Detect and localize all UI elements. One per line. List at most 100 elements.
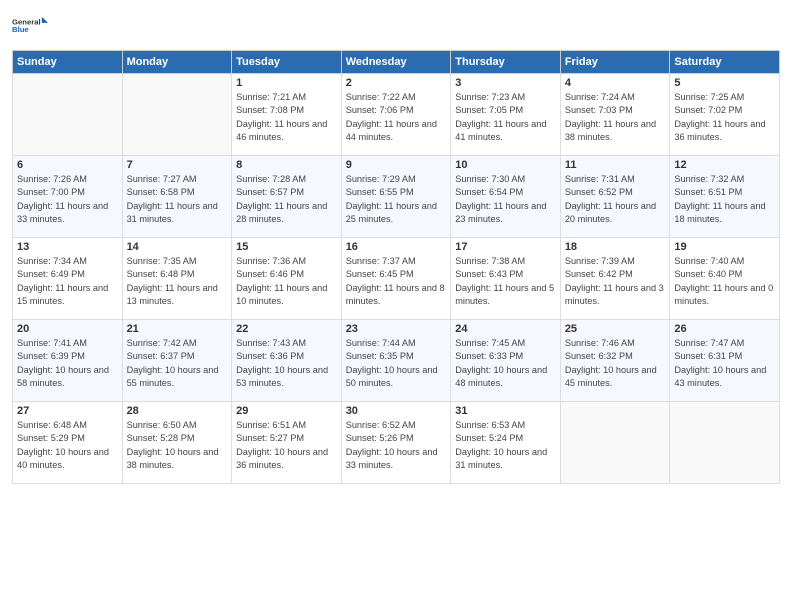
day-info: Sunrise: 7:39 AMSunset: 6:42 PMDaylight:… <box>565 255 666 308</box>
day-info-line: Daylight: 10 hours and 36 minutes. <box>236 447 328 470</box>
calendar-cell: 23 Sunrise: 7:44 AM Sunset: 6:35 PM Dayligh… <box>341 320 451 402</box>
day-number: 31 <box>455 405 556 417</box>
day-number: 8 <box>236 159 337 171</box>
logo-svg: General Blue <box>12 10 48 42</box>
day-info: Sunrise: 6:50 AMSunset: 5:28 PMDaylight:… <box>127 419 228 472</box>
calendar-cell: 3Sunrise: 7:23 AMSunset: 7:05 PMDaylight… <box>451 74 561 156</box>
day-info-line: Sunset: 5:29 PM <box>17 433 85 443</box>
day-number: 23 <box>346 323 447 335</box>
calendar-cell: 2Sunrise: 7:22 AMSunset: 7:06 PMDaylight… <box>341 74 451 156</box>
day-info-line: Sunrise: 7:32 AM <box>674 174 744 184</box>
day-info-line: Sunset: 6:39 PM <box>17 351 85 361</box>
calendar-cell: 26Sunrise: 7:47 AMSunset: 6:31 PMDayligh… <box>670 320 780 402</box>
day-info-line: Sunrise: 7:36 AM <box>236 256 306 266</box>
day-number: 7 <box>127 159 228 171</box>
day-info-line: Daylight: 10 hours and 45 minutes. <box>565 365 657 388</box>
day-info: Sunrise: 7:27 AMSunset: 6:58 PMDaylight:… <box>127 173 228 226</box>
day-info-line: Sunset: 6:48 PM <box>127 269 195 279</box>
calendar-table: SundayMondayTuesdayWednesdayThursdayFrid… <box>12 50 780 484</box>
day-info-line: Sunset: 7:05 PM <box>455 105 523 115</box>
day-info-line: Sunset: 6:42 PM <box>565 269 633 279</box>
day-info: Sunrise: 7:21 AMSunset: 7:08 PMDaylight:… <box>236 91 337 144</box>
day-info-line: Sunset: 7:00 PM <box>17 187 85 197</box>
day-info-line: Sunrise: 7:45 AM <box>455 338 525 348</box>
day-info: Sunrise: 6:52 AMSunset: 5:26 PMDaylight:… <box>346 419 447 472</box>
day-number: 24 <box>455 323 556 335</box>
day-info-line: Daylight: 11 hours and 20 minutes. <box>565 201 656 224</box>
day-info: Sunrise: 7:25 AM Sunset: 7:02 PM Daylight:… <box>674 91 775 144</box>
day-info-line: Sunset: 6:52 PM <box>565 187 633 197</box>
day-number: 25 <box>565 323 666 335</box>
day-info-line: Sunset: 6:49 PM <box>17 269 85 279</box>
day-info-line: Sunrise: 7:40 AM <box>674 256 744 266</box>
day-info-line: Daylight: 10 hours and 40 minutes. <box>17 447 109 470</box>
day-info-line: Daylight: 11 hours and 33 minutes. <box>17 201 108 224</box>
day-info-line: Daylight: 10 hours and 38 minutes. <box>127 447 219 470</box>
day-info: Sunrise: 6:51 AMSunset: 5:27 PMDaylight:… <box>236 419 337 472</box>
day-info-line: Sunset: 6:57 PM <box>236 187 304 197</box>
day-info-line: Sunset: 6:33 PM <box>455 351 523 361</box>
day-info-line: Sunrise: 7:35 AM <box>127 256 197 266</box>
calendar-cell: 25Sunrise: 7:46 AMSunset: 6:32 PMDayligh… <box>560 320 670 402</box>
day-info-line: Daylight: 10 hours and 50 minutes. <box>346 365 438 388</box>
day-info-line: Daylight: 10 hours and 48 minutes. <box>455 365 547 388</box>
day-info-line: Sunset: 7:02 PM <box>674 105 742 115</box>
day-info-line: Sunset: 6:58 PM <box>127 187 195 197</box>
calendar-cell: 29Sunrise: 6:51 AMSunset: 5:27 PMDayligh… <box>232 402 342 484</box>
day-info-line: Sunrise: 7:25 AM <box>674 92 744 102</box>
day-info-line: Sunrise: 6:50 AM <box>127 420 197 430</box>
day-info-line: Sunrise: 7:44 AM <box>346 338 416 348</box>
day-number: 15 <box>236 241 337 253</box>
calendar-cell: 13Sunrise: 7:34 AMSunset: 6:49 PMDayligh… <box>13 238 123 320</box>
day-info-line: Sunrise: 7:37 AM <box>346 256 416 266</box>
day-info-line: Daylight: 11 hours and 36 minutes. <box>674 119 765 142</box>
calendar-cell <box>670 402 780 484</box>
weekday-header-tuesday: Tuesday <box>232 51 342 74</box>
day-info-line: Sunrise: 7:38 AM <box>455 256 525 266</box>
day-info-line: Sunset: 6:45 PM <box>346 269 414 279</box>
day-info-line: Daylight: 11 hours and 44 minutes. <box>346 119 437 142</box>
day-number: 16 <box>346 241 447 253</box>
day-info: Sunrise: 7:36 AMSunset: 6:46 PMDaylight:… <box>236 255 337 308</box>
day-number: 1 <box>236 77 337 89</box>
day-info-line: Daylight: 10 hours and 31 minutes. <box>455 447 547 470</box>
day-number: 12 <box>674 159 775 171</box>
day-info-line: Daylight: 10 hours and 43 minutes. <box>674 365 766 388</box>
day-info-line: Sunset: 5:26 PM <box>346 433 414 443</box>
calendar-cell: 18Sunrise: 7:39 AMSunset: 6:42 PMDayligh… <box>560 238 670 320</box>
day-number: 9 <box>346 159 447 171</box>
day-info-line: Sunrise: 6:53 AM <box>455 420 525 430</box>
day-info: Sunrise: 7:28 AMSunset: 6:57 PMDaylight:… <box>236 173 337 226</box>
day-info-line: Sunrise: 6:51 AM <box>236 420 306 430</box>
calendar-cell: 4Sunrise: 7:24 AMSunset: 7:03 PMDaylight… <box>560 74 670 156</box>
day-info-line: Sunset: 6:43 PM <box>455 269 523 279</box>
weekday-header-sunday: Sunday <box>13 51 123 74</box>
day-info: Sunrise: 7:26 AMSunset: 7:00 PMDaylight:… <box>17 173 118 226</box>
day-number: 30 <box>346 405 447 417</box>
calendar-cell: 17Sunrise: 7:38 AMSunset: 6:43 PMDayligh… <box>451 238 561 320</box>
day-number: 27 <box>17 405 118 417</box>
calendar-cell: 9Sunrise: 7:29 AMSunset: 6:55 PMDaylight… <box>341 156 451 238</box>
day-number: 5 <box>674 77 775 89</box>
day-info-line: Sunset: 6:40 PM <box>674 269 742 279</box>
calendar-cell: 16Sunrise: 7:37 AMSunset: 6:45 PMDayligh… <box>341 238 451 320</box>
day-info-line: Sunset: 6:35 PM <box>346 351 414 361</box>
day-info-line: Daylight: 10 hours and 33 minutes. <box>346 447 438 470</box>
calendar-cell: 1 Sunrise: 7:21 AMSunset: 7:08 PMDaylight… <box>232 74 342 156</box>
day-info-line: Sunrise: 6:48 AM <box>17 420 87 430</box>
page-header: General Blue <box>12 10 780 42</box>
day-info: Sunrise: 6:53 AMSunset: 5:24 PMDaylight:… <box>455 419 556 472</box>
day-number: 3 <box>455 77 556 89</box>
day-info: Sunrise: 7:40 AMSunset: 6:40 PMDaylight:… <box>674 255 775 308</box>
page-container: General Blue SundayMondayTuesdayWednesda… <box>0 0 792 492</box>
day-info: Sunrise: 7:37 AMSunset: 6:45 PMDaylight:… <box>346 255 447 308</box>
day-number: 2 <box>346 77 447 89</box>
day-number: 10 <box>455 159 556 171</box>
weekday-header-saturday: Saturday <box>670 51 780 74</box>
day-info: Sunrise: 7:30 AMSunset: 6:54 PMDaylight:… <box>455 173 556 226</box>
day-number: 14 <box>127 241 228 253</box>
day-info-line: Daylight: 10 hours and 58 minutes. <box>17 365 109 388</box>
day-info: Sunrise: 7:24 AMSunset: 7:03 PMDaylight:… <box>565 91 666 144</box>
calendar-cell: 22Sunrise: 7:43 AMSunset: 6:36 PMDayligh… <box>232 320 342 402</box>
calendar-cell: 30 Sunrise: 6:52 AMSunset: 5:26 PMDayligh… <box>341 402 451 484</box>
